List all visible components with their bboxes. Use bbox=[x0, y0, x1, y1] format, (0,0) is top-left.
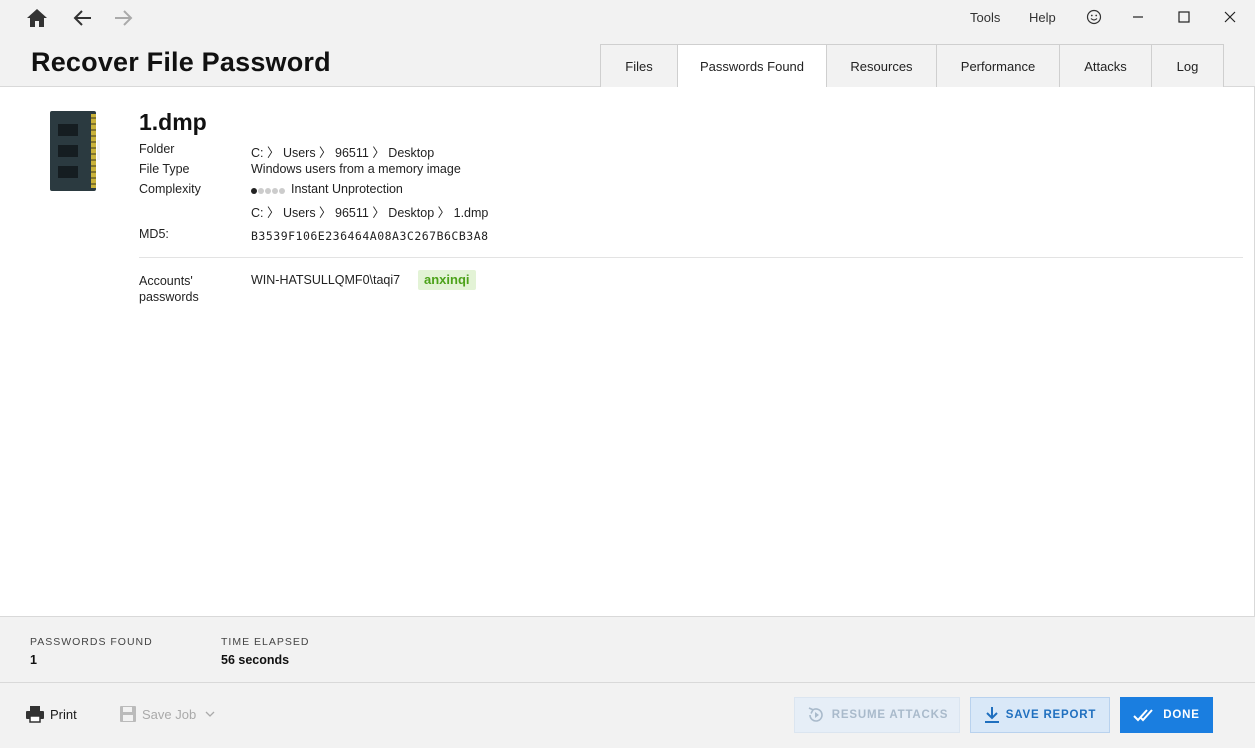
passwords-found-panel: 1.dmp Folder C: 〉 Users 〉 96511 〉 Deskto… bbox=[0, 87, 1255, 616]
footer-toolbar: Print Save Job RESUME ATTACKS SAVE REPOR… bbox=[0, 683, 1255, 748]
printer-icon bbox=[26, 706, 44, 723]
download-icon bbox=[984, 707, 999, 723]
maximize-icon[interactable] bbox=[1170, 4, 1198, 30]
close-icon[interactable] bbox=[1216, 4, 1244, 30]
arrow-right-icon[interactable] bbox=[110, 6, 136, 30]
divider bbox=[139, 257, 1243, 258]
tab-log[interactable]: Log bbox=[1151, 44, 1224, 87]
save-job-button[interactable]: Save Job bbox=[119, 705, 221, 723]
stats-bar: PASSWORDS FOUND 1 TIME ELAPSED 56 second… bbox=[0, 616, 1255, 683]
save-report-button[interactable]: SAVE REPORT bbox=[970, 697, 1110, 733]
time-elapsed-value: 56 seconds bbox=[221, 653, 290, 667]
tab-attacks[interactable]: Attacks bbox=[1059, 44, 1152, 87]
resume-icon bbox=[808, 707, 823, 722]
complexity-text: Instant Unprotection bbox=[291, 182, 403, 196]
tab-performance[interactable]: Performance bbox=[936, 44, 1060, 87]
menu-tools[interactable]: Tools bbox=[970, 10, 1000, 25]
complexity-dot bbox=[265, 187, 271, 194]
complexity-dot bbox=[279, 187, 285, 194]
resume-attacks-label: RESUME ATTACKS bbox=[831, 709, 949, 721]
double-check-icon bbox=[1133, 709, 1154, 722]
md5-value: B3539F106E236464A08A3C267B6CB3A8 bbox=[251, 229, 489, 243]
arrow-left-icon[interactable] bbox=[70, 6, 96, 30]
minimize-icon[interactable] bbox=[1124, 4, 1152, 30]
smiley-icon[interactable] bbox=[1080, 4, 1108, 30]
tab-passwords-found[interactable]: Passwords Found bbox=[677, 44, 827, 88]
file-type-label: File Type bbox=[139, 162, 190, 176]
floppy-disk-icon bbox=[120, 706, 136, 722]
time-elapsed-caption: TIME ELAPSED bbox=[221, 636, 310, 648]
tab-bar: Files Passwords Found Resources Performa… bbox=[600, 44, 1224, 88]
folder-label: Folder bbox=[139, 142, 175, 156]
chevron-down-icon[interactable] bbox=[204, 710, 216, 718]
resume-attacks-button[interactable]: RESUME ATTACKS bbox=[794, 697, 960, 733]
title-bar: Tools Help Recover File Password Files P… bbox=[0, 0, 1255, 88]
file-type-value: Windows users from a memory image bbox=[251, 162, 461, 176]
save-report-label: SAVE REPORT bbox=[1005, 709, 1097, 721]
folder-path: C: 〉 Users 〉 96511 〉 Desktop bbox=[251, 146, 435, 160]
complexity-meter bbox=[251, 183, 286, 197]
md5-label: MD5: bbox=[139, 227, 169, 241]
passwords-found-count: 1 bbox=[30, 653, 37, 667]
complexity-label: Complexity bbox=[139, 182, 201, 196]
print-label: Print bbox=[50, 706, 77, 722]
complexity-dot bbox=[251, 187, 257, 194]
menu-help[interactable]: Help bbox=[1029, 10, 1056, 25]
complexity-dot bbox=[272, 187, 278, 194]
done-button[interactable]: DONE bbox=[1120, 697, 1213, 733]
file-name: 1.dmp bbox=[139, 109, 207, 135]
complexity-value: Instant Unprotection bbox=[251, 182, 403, 197]
tab-files[interactable]: Files bbox=[600, 44, 678, 87]
accounts-passwords-label: Accounts' passwords bbox=[139, 274, 199, 304]
passwords-found-caption: PASSWORDS FOUND bbox=[30, 636, 153, 648]
memory-chip-icon bbox=[48, 110, 100, 197]
file-path: C: 〉 Users 〉 96511 〉 Desktop 〉 1.dmp bbox=[251, 206, 489, 220]
found-password[interactable]: anxinqi bbox=[418, 270, 476, 290]
complexity-dot bbox=[258, 187, 264, 194]
tab-resources[interactable]: Resources bbox=[826, 44, 937, 87]
print-button[interactable]: Print bbox=[25, 705, 77, 723]
home-icon[interactable] bbox=[24, 6, 50, 30]
done-label: DONE bbox=[1163, 709, 1200, 721]
account-name: WIN-HATSULLQMF0\taqi7 bbox=[251, 273, 401, 287]
page-title: Recover File Password bbox=[31, 47, 331, 77]
save-job-label: Save Job bbox=[142, 706, 197, 722]
